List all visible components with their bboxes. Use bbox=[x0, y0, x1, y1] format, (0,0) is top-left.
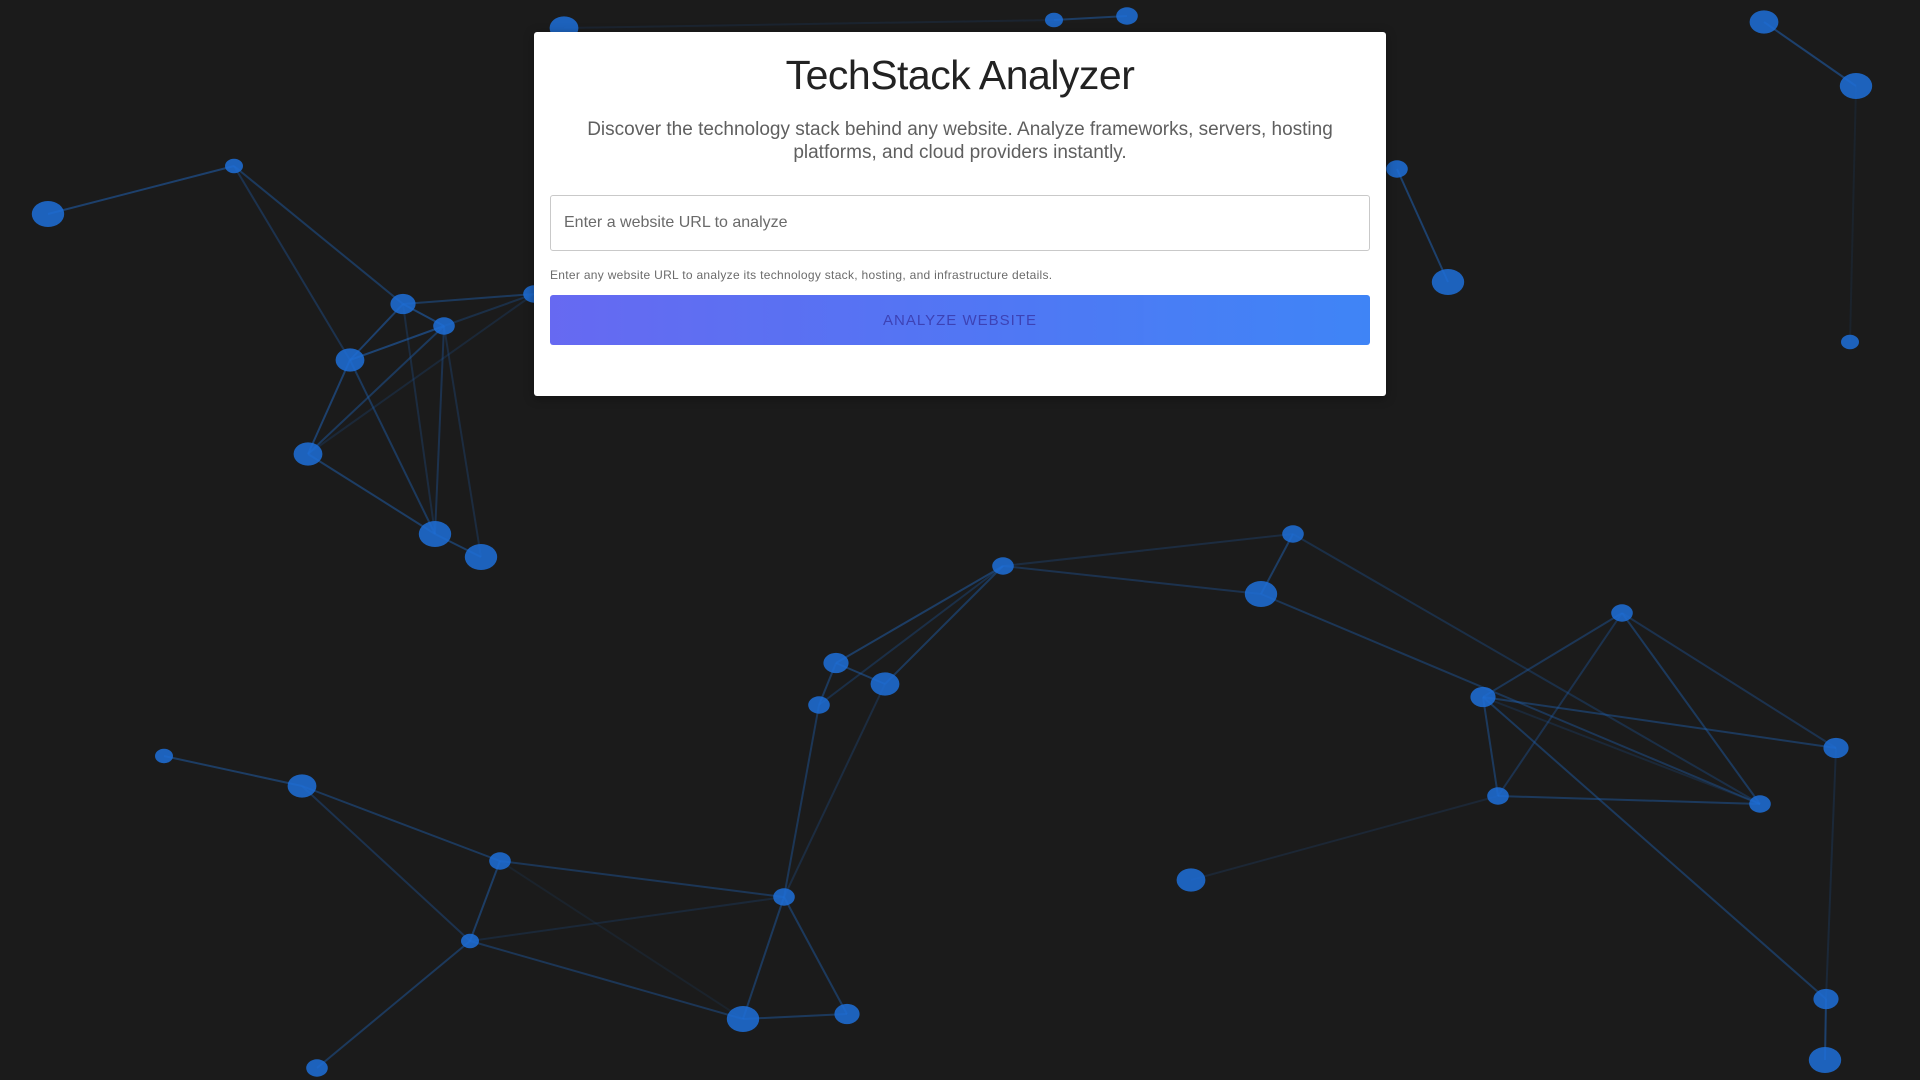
network-node bbox=[1045, 12, 1063, 28]
network-node bbox=[1116, 7, 1138, 25]
network-edge bbox=[1482, 696, 1761, 805]
network-node bbox=[1839, 72, 1873, 100]
network-edge bbox=[499, 860, 744, 1020]
network-edge bbox=[783, 683, 886, 898]
network-edge bbox=[1621, 612, 1837, 749]
network-node bbox=[461, 933, 479, 949]
network-node bbox=[1749, 795, 1771, 813]
network-edge bbox=[469, 860, 501, 942]
network-edge bbox=[233, 165, 404, 305]
network-edge bbox=[301, 785, 501, 862]
network-node bbox=[1841, 334, 1859, 350]
network-edge bbox=[1763, 21, 1857, 87]
network-node bbox=[1470, 686, 1496, 708]
network-edge bbox=[1002, 533, 1294, 567]
network-node bbox=[1611, 604, 1633, 622]
network-node bbox=[1431, 268, 1465, 296]
network-node bbox=[1749, 10, 1779, 34]
network-node bbox=[225, 158, 243, 174]
network-node bbox=[287, 774, 317, 798]
network-edge bbox=[742, 896, 785, 1020]
network-node bbox=[433, 317, 455, 335]
network-node bbox=[1176, 868, 1206, 892]
network-edge bbox=[47, 165, 235, 215]
network-node bbox=[1823, 737, 1849, 759]
network-edge bbox=[301, 785, 471, 942]
network-edge bbox=[349, 325, 445, 361]
network-edge bbox=[783, 704, 820, 898]
analyze-website-button[interactable]: ANALYZE WEBSITE bbox=[550, 295, 1370, 345]
network-edge bbox=[1849, 85, 1857, 343]
analyzer-card: TechStack Analyzer Discover the technolo… bbox=[534, 32, 1386, 396]
network-node bbox=[489, 852, 511, 870]
network-edge bbox=[783, 896, 848, 1015]
network-node bbox=[155, 748, 173, 764]
network-edge bbox=[469, 896, 785, 942]
network-node bbox=[31, 200, 65, 228]
network-node bbox=[1813, 988, 1839, 1010]
network-node bbox=[390, 293, 416, 315]
network-edge bbox=[563, 19, 1055, 29]
network-edge bbox=[233, 165, 351, 361]
network-node bbox=[773, 888, 795, 906]
url-helper-text: Enter any website URL to analyze its tec… bbox=[550, 268, 1053, 282]
network-edge bbox=[1497, 795, 1761, 805]
network-edge bbox=[316, 940, 471, 1069]
network-node bbox=[293, 442, 323, 466]
network-node bbox=[1282, 525, 1304, 543]
network-node bbox=[808, 696, 830, 714]
network-node bbox=[418, 520, 452, 548]
network-node bbox=[1487, 787, 1509, 805]
network-node bbox=[1244, 580, 1278, 608]
network-edge bbox=[163, 755, 303, 787]
network-edge bbox=[818, 565, 1004, 706]
network-node bbox=[726, 1005, 760, 1033]
network-node bbox=[870, 672, 900, 696]
network-node bbox=[992, 557, 1014, 575]
network-node bbox=[464, 543, 498, 571]
network-node bbox=[1386, 160, 1408, 178]
network-edge bbox=[434, 325, 445, 535]
network-edge bbox=[443, 325, 482, 558]
network-node bbox=[1808, 1046, 1842, 1074]
network-edge bbox=[1053, 15, 1128, 21]
network-edge bbox=[1190, 795, 1499, 881]
network-edge bbox=[469, 940, 744, 1020]
network-edge bbox=[1497, 612, 1623, 797]
network-edge bbox=[499, 860, 785, 898]
network-edge bbox=[1825, 747, 1837, 1000]
network-edge bbox=[1482, 696, 1499, 797]
page-title: TechStack Analyzer bbox=[785, 52, 1135, 98]
network-edge bbox=[307, 325, 445, 455]
page-subtitle: Discover the technology stack behind any… bbox=[587, 119, 1333, 163]
url-input[interactable] bbox=[550, 195, 1370, 251]
network-node bbox=[834, 1003, 860, 1025]
network-edge bbox=[1292, 533, 1761, 805]
network-edge bbox=[402, 293, 535, 305]
network-edge bbox=[1396, 168, 1449, 283]
network-node bbox=[823, 652, 849, 674]
network-edge bbox=[443, 293, 535, 327]
network-edge bbox=[1002, 565, 1262, 595]
network-node bbox=[306, 1059, 328, 1077]
network-node bbox=[335, 348, 365, 372]
